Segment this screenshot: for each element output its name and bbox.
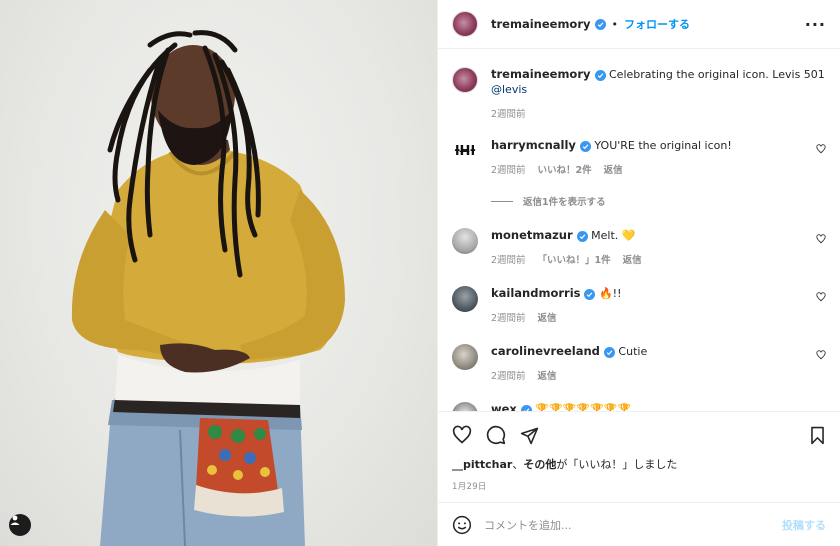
comments-list[interactable]: tremaineemory Celebrating the original i…: [438, 49, 840, 411]
post-photo[interactable]: [0, 0, 437, 546]
comment-text: 🔥!!: [598, 287, 622, 300]
comment-likes[interactable]: いいね！2件: [538, 162, 592, 176]
follow-button[interactable]: フォローする: [624, 16, 690, 32]
verified-badge-icon: [576, 231, 588, 242]
verified-badge-icon: [603, 347, 615, 358]
comment-item: carolinevreeland Cutie 2週間前 返信: [452, 344, 826, 382]
comment-username[interactable]: wex: [491, 402, 517, 411]
comment-like-heart-icon[interactable]: [816, 234, 826, 244]
caption-username[interactable]: tremaineemory: [491, 67, 591, 81]
comment-username[interactable]: monetmazur: [491, 228, 573, 242]
reply-button[interactable]: 返信: [538, 310, 557, 324]
post-comment-button[interactable]: 投稿する: [782, 517, 826, 533]
post-actions: __pittchar、その他が「いいね！」しました 1月29日: [438, 411, 840, 492]
comment-text: YOU'RE the original icon!: [594, 139, 732, 152]
view-replies-button[interactable]: 返信1件を表示する: [491, 194, 826, 208]
more-horizontal-icon[interactable]: ···: [805, 15, 826, 34]
author-username[interactable]: tremaineemory: [491, 17, 591, 31]
post-photo-illustration: [71, 30, 345, 546]
reply-button[interactable]: 返信: [623, 252, 642, 266]
add-comment-bar: コメントを追加... 投稿する: [438, 502, 840, 546]
user-tag-button[interactable]: [9, 514, 31, 536]
comment-time[interactable]: 2週間前: [491, 310, 526, 324]
author-avatar[interactable]: [452, 11, 478, 37]
comment-text: Cutie: [618, 345, 648, 358]
comment-time[interactable]: 2週間前: [491, 162, 526, 176]
comment-item: kailandmorris 🔥!! 2週間前 返信: [452, 286, 826, 324]
mention-link[interactable]: @levis: [491, 83, 527, 96]
separator-dot: •: [611, 17, 619, 31]
reply-button[interactable]: 返信: [538, 368, 557, 382]
comment-bubble-icon[interactable]: [486, 425, 506, 445]
caption-author-avatar[interactable]: [452, 67, 478, 93]
liked-by-others[interactable]: その他: [523, 458, 556, 471]
comment-avatar[interactable]: [452, 286, 478, 312]
verified-badge-icon: [594, 70, 606, 81]
comment-time[interactable]: 2週間前: [491, 368, 526, 382]
emoji-smiley-icon[interactable]: [452, 515, 472, 535]
caption-time[interactable]: 2週間前: [491, 106, 526, 120]
comment-text: Melt. 💛: [591, 229, 636, 242]
share-paper-plane-icon[interactable]: [520, 426, 539, 445]
comment-like-heart-icon[interactable]: [816, 144, 826, 154]
comment-avatar[interactable]: [452, 228, 478, 254]
comment-text: 🏆🏆🏆🏆🏆🏆🏆: [535, 403, 632, 411]
comment-username[interactable]: harrymcnally: [491, 138, 576, 152]
person-icon: [10, 515, 20, 525]
comment-avatar[interactable]: [452, 402, 478, 411]
post-header: tremaineemory • フォローする ···: [438, 0, 840, 49]
save-bookmark-icon[interactable]: [809, 426, 826, 445]
comment-item: ƚH̶ƚ harrymcnally YOU'RE the original ic…: [452, 138, 826, 208]
caption: tremaineemory Celebrating the original i…: [452, 67, 826, 120]
liked-by-connector: 、: [512, 458, 524, 471]
comment-item: monetmazur Melt. 💛 2週間前 「いいね！」1件 返信: [452, 228, 826, 266]
comment-avatar[interactable]: [452, 344, 478, 370]
comment-like-heart-icon[interactable]: [816, 350, 826, 360]
liked-by-suffix: が「いいね！」しました: [556, 458, 678, 471]
comment-username[interactable]: kailandmorris: [491, 286, 580, 300]
verified-badge-icon: [579, 141, 591, 152]
liked-by-text: __pittchar、その他が「いいね！」しました: [452, 456, 826, 472]
comment-input[interactable]: コメントを追加...: [484, 517, 782, 533]
liked-by-user[interactable]: __pittchar: [452, 458, 512, 471]
caption-text: Celebrating the original icon. Levis 501: [609, 68, 825, 81]
verified-badge-icon: [584, 289, 596, 300]
reply-button[interactable]: 返信: [604, 162, 623, 176]
replies-line: [491, 200, 513, 202]
instagram-post-view: tremaineemory • フォローする ··· tremaineemory…: [0, 0, 840, 546]
comment-likes[interactable]: 「いいね！」1件: [538, 252, 611, 266]
verified-badge-icon: [594, 18, 606, 30]
comment-time[interactable]: 2週間前: [491, 252, 526, 266]
view-replies-label: 返信1件を表示する: [523, 197, 606, 208]
comment-item: wex 🏆🏆🏆🏆🏆🏆🏆: [452, 402, 826, 411]
post-side-panel: tremaineemory • フォローする ··· tremaineemory…: [437, 0, 840, 546]
comment-like-heart-icon[interactable]: [816, 292, 826, 302]
comment-avatar[interactable]: ƚH̶ƚ: [452, 138, 478, 164]
comment-username[interactable]: carolinevreeland: [491, 344, 600, 358]
post-date[interactable]: 1月29日: [452, 480, 826, 492]
like-heart-icon[interactable]: [452, 425, 472, 445]
